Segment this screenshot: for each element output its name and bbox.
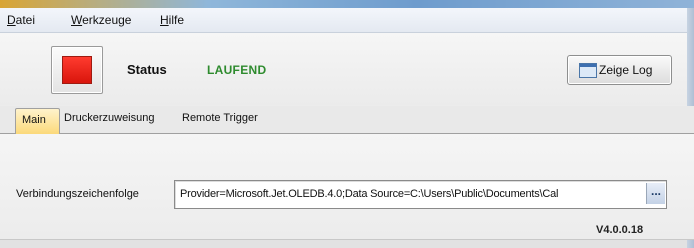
stop-icon xyxy=(62,56,92,84)
connection-string-field[interactable]: Provider=Microsoft.Jet.OLEDB.4.0;Data So… xyxy=(174,180,667,209)
log-window-icon xyxy=(579,63,597,78)
tab-main[interactable]: Main xyxy=(15,108,60,134)
tab-druckerzuweisung[interactable]: Druckerzuweisung xyxy=(64,112,154,124)
show-log-button[interactable]: Zeige Log xyxy=(567,55,672,85)
status-label: Status xyxy=(127,62,167,77)
main-window: Datei Werkzeuge Hilfe Status LAUFEND Zei… xyxy=(0,0,694,248)
menu-datei[interactable]: Datei xyxy=(7,13,35,27)
title-bar xyxy=(0,0,694,8)
browse-button[interactable]: ... xyxy=(646,183,665,204)
tab-remote-trigger[interactable]: Remote Trigger xyxy=(182,112,258,124)
menu-bar: Datei Werkzeuge Hilfe xyxy=(0,8,694,33)
version-label: V4.0.0.18 xyxy=(596,224,644,236)
menu-hilfe[interactable]: Hilfe xyxy=(160,13,184,27)
status-value: LAUFEND xyxy=(207,63,267,77)
connection-string-label: Verbindungszeichenfolge xyxy=(16,188,139,200)
connection-string-value: Provider=Microsoft.Jet.OLEDB.4.0;Data So… xyxy=(180,188,559,200)
tab-main-label: Main xyxy=(22,114,46,126)
menu-werkzeuge[interactable]: Werkzeuge xyxy=(71,13,131,27)
stop-button[interactable] xyxy=(51,46,103,94)
show-log-label: Zeige Log xyxy=(599,63,653,77)
